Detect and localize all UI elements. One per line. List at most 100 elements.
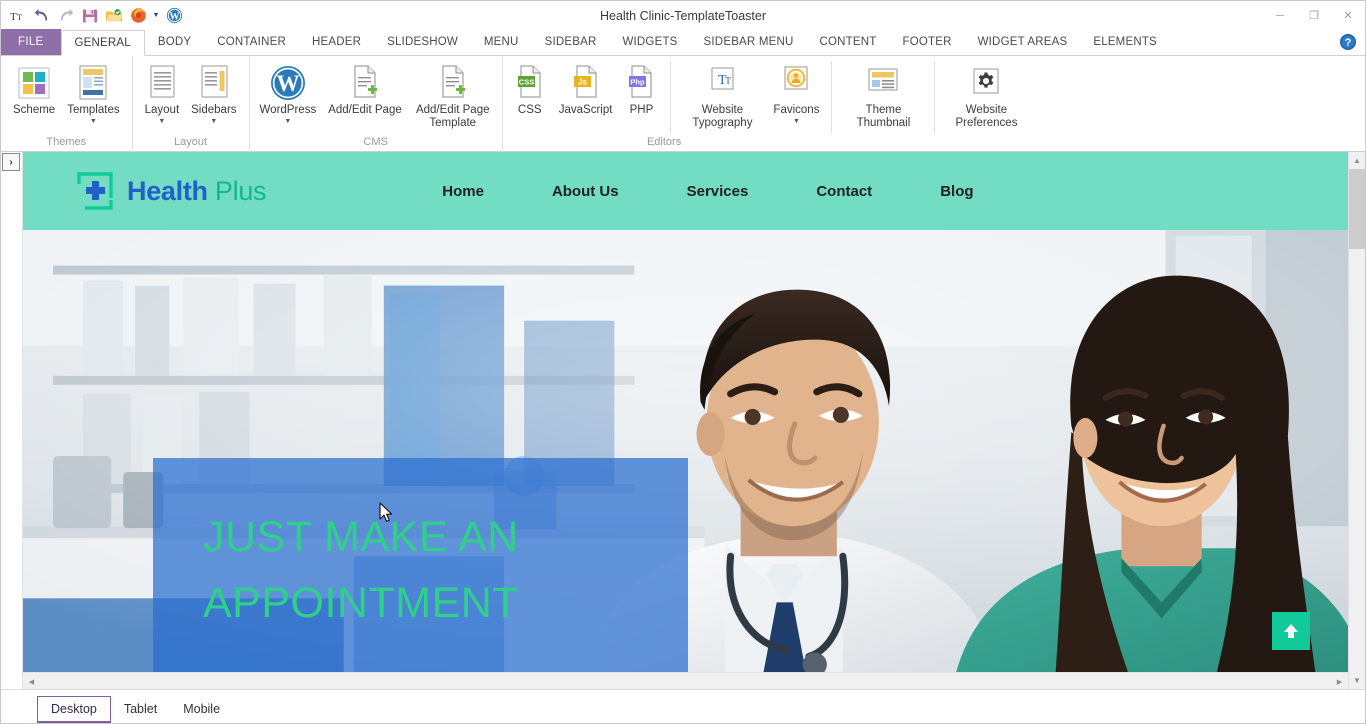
slide-caption-box[interactable]: JUST MAKE AN APPOINTMENT — [153, 458, 688, 672]
tab-mobile[interactable]: Mobile — [170, 696, 233, 723]
horizontal-scrollbar[interactable]: ◀ ▶ — [23, 672, 1348, 689]
page-plus-icon — [437, 63, 469, 103]
svg-text:Js: Js — [578, 78, 587, 87]
svg-text:Php: Php — [631, 78, 646, 87]
svg-text:CSS: CSS — [519, 78, 534, 87]
scheme-button[interactable]: Scheme — [7, 61, 61, 117]
site-navigation: Home About Us Services Contact Blog — [408, 183, 1007, 200]
svg-text:T: T — [10, 11, 17, 23]
close-button[interactable]: ✕ — [1331, 1, 1365, 30]
wordpress-label: WordPress — [259, 104, 317, 116]
theme-thumbnail-button[interactable]: Theme Thumbnail — [838, 61, 928, 130]
css-label: CSS — [517, 104, 542, 116]
hscroll-thumb[interactable] — [40, 673, 1306, 689]
website-preferences-button[interactable]: Website Preferences — [941, 61, 1031, 130]
scroll-up-arrow-icon[interactable]: ▲ — [1349, 152, 1365, 169]
tab-body[interactable]: BODY — [145, 29, 204, 55]
tab-sidebar-menu[interactable]: SIDEBAR MENU — [691, 29, 807, 55]
nav-item-services[interactable]: Services — [653, 183, 783, 200]
wordpress-caret-icon[interactable]: ▼ — [284, 118, 291, 126]
website-canvas[interactable]: Health Plus Home About Us Services Conta… — [23, 152, 1348, 672]
css-file-icon: CSS — [514, 63, 546, 103]
php-button[interactable]: Php PHP — [618, 61, 664, 117]
svg-text:?: ? — [1345, 37, 1352, 49]
text-tool-icon[interactable]: T T — [7, 5, 29, 27]
nav-item-contact[interactable]: Contact — [782, 183, 906, 200]
minimize-button[interactable]: ─ — [1263, 1, 1297, 30]
layout-button[interactable]: Layout ▼ — [139, 61, 186, 126]
javascript-button[interactable]: Js JavaScript — [553, 61, 619, 117]
favicons-caret-icon[interactable]: ▼ — [793, 118, 800, 126]
save-icon[interactable] — [79, 5, 101, 27]
templates-label: Templates — [67, 104, 120, 116]
tab-widget-areas[interactable]: WIDGET AREAS — [965, 29, 1081, 55]
wordpress-icon[interactable]: W — [163, 5, 185, 27]
slide-caption-line-2: APPOINTMENT — [203, 579, 520, 627]
scroll-right-arrow-icon[interactable]: ▶ — [1331, 673, 1348, 689]
website-typography-label: Website Typography — [692, 104, 753, 129]
expand-panel-button[interactable]: › — [2, 153, 20, 171]
nav-item-blog[interactable]: Blog — [906, 183, 1007, 200]
slideshow-region[interactable]: JUST MAKE AN APPOINTMENT — [23, 230, 1348, 672]
css-button[interactable]: CSS CSS — [507, 61, 553, 117]
sidebars-button[interactable]: Sidebars ▼ — [185, 61, 242, 126]
nav-item-about-us[interactable]: About Us — [518, 183, 653, 200]
firefox-preview-icon[interactable] — [127, 5, 149, 27]
tab-container[interactable]: CONTAINER — [204, 29, 299, 55]
tab-sidebar[interactable]: SIDEBAR — [532, 29, 610, 55]
favicons-button[interactable]: Favicons ▼ — [767, 61, 825, 126]
php-label: PHP — [629, 104, 654, 116]
wordpress-icon: W — [268, 63, 308, 103]
wordpress-button[interactable]: W WordPress ▼ — [254, 61, 323, 126]
tab-tablet[interactable]: Tablet — [111, 696, 170, 723]
editors-divider — [670, 61, 672, 133]
group-title-themes: Themes — [46, 136, 87, 148]
scroll-left-arrow-icon[interactable]: ◀ — [23, 673, 40, 689]
editors-divider-3 — [934, 61, 936, 133]
tab-file[interactable]: FILE — [1, 29, 61, 55]
tab-footer[interactable]: FOOTER — [889, 29, 964, 55]
qat-overflow-caret-icon[interactable]: ▼ — [151, 12, 161, 19]
window-title: Health Clinic-TemplateToaster — [599, 8, 767, 23]
js-file-icon: Js — [570, 63, 602, 103]
tab-content[interactable]: CONTENT — [807, 29, 890, 55]
layout-caret-icon[interactable]: ▼ — [158, 118, 165, 126]
nav-item-home[interactable]: Home — [408, 183, 518, 200]
window-controls: ─ ❐ ✕ — [1263, 1, 1365, 30]
sidebars-caret-icon[interactable]: ▼ — [210, 118, 217, 126]
health-cross-icon — [75, 170, 117, 212]
add-edit-page-label: Add/Edit Page — [328, 104, 402, 116]
tab-widgets[interactable]: WIDGETS — [609, 29, 690, 55]
tab-header[interactable]: HEADER — [299, 29, 374, 55]
add-edit-page-button[interactable]: Add/Edit Page — [322, 61, 408, 117]
vscroll-thumb[interactable] — [1349, 169, 1365, 249]
arrow-up-icon — [1284, 624, 1298, 638]
site-header[interactable]: Health Plus Home About Us Services Conta… — [23, 152, 1348, 230]
templates-button[interactable]: Templates ▼ — [61, 61, 125, 126]
preview-area: › Health Plus Home About Us Services Con… — [1, 152, 1365, 689]
open-folder-icon[interactable] — [103, 5, 125, 27]
tab-desktop[interactable]: Desktop — [37, 696, 111, 723]
templates-caret-icon[interactable]: ▼ — [90, 118, 97, 126]
website-typography-button[interactable]: T T Website Typography — [677, 61, 767, 130]
vscroll-track[interactable] — [1349, 169, 1365, 672]
undo-icon[interactable] — [31, 5, 53, 27]
maximize-button[interactable]: ❐ — [1297, 1, 1331, 30]
tab-slideshow[interactable]: SLIDESHOW — [374, 29, 471, 55]
tab-menu[interactable]: MENU — [471, 29, 532, 55]
svg-text:T: T — [725, 76, 731, 87]
gear-icon — [969, 63, 1003, 103]
redo-icon[interactable] — [55, 5, 77, 27]
scroll-to-top-button[interactable] — [1272, 612, 1310, 650]
hscroll-track[interactable] — [40, 673, 1331, 689]
add-edit-page-template-button[interactable]: Add/Edit Page Template — [408, 61, 498, 130]
favicon-icon — [779, 63, 813, 103]
template-page-icon — [76, 63, 110, 103]
tab-elements[interactable]: ELEMENTS — [1080, 29, 1170, 55]
tab-general[interactable]: GENERAL — [60, 30, 145, 56]
help-icon[interactable]: ? — [1339, 33, 1357, 51]
site-logo-text: Health Plus — [127, 176, 267, 207]
site-logo[interactable]: Health Plus — [75, 170, 267, 212]
scroll-down-arrow-icon[interactable]: ▼ — [1349, 672, 1365, 689]
vertical-scrollbar[interactable]: ▲ ▼ — [1348, 152, 1365, 689]
